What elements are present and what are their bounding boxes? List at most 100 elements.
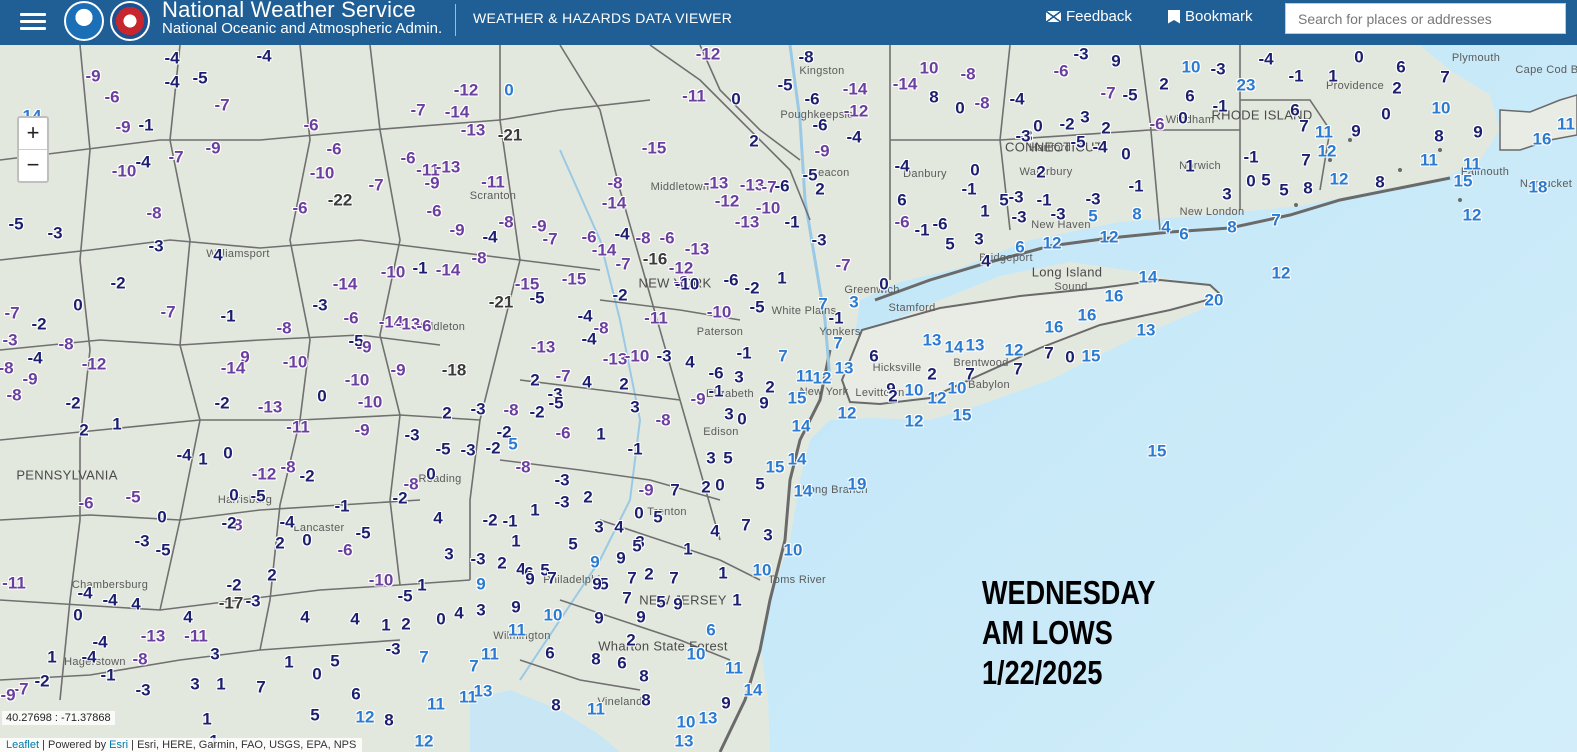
temperature-label: 6 bbox=[617, 653, 627, 673]
zoom-out-button[interactable]: − bbox=[19, 149, 47, 181]
feedback-button[interactable]: Feedback bbox=[1046, 8, 1132, 25]
place-label: Hicksville bbox=[872, 362, 922, 374]
temperature-label: -21 bbox=[488, 292, 514, 312]
temperature-label: 2 bbox=[644, 564, 654, 584]
temperature-label: 1 bbox=[198, 449, 208, 469]
place-label: Cape Cod Bay bbox=[1515, 64, 1577, 76]
temperature-label: 2 bbox=[79, 420, 89, 440]
nws-logo[interactable] bbox=[110, 1, 150, 41]
temperature-label: 6 bbox=[1179, 224, 1189, 244]
temperature-label: -9 bbox=[390, 360, 406, 380]
temperature-label: -11 bbox=[184, 626, 208, 646]
temperature-label: 2 bbox=[1036, 162, 1046, 182]
temperature-label: -8 bbox=[635, 228, 651, 248]
temperature-label: -4 bbox=[164, 48, 180, 68]
temperature-label: 8 bbox=[1434, 126, 1444, 146]
temperature-label: -17 bbox=[218, 593, 244, 613]
temperature-label: -5 bbox=[250, 486, 266, 506]
temperature-label: -8 bbox=[498, 212, 514, 232]
noaa-logo[interactable] bbox=[64, 1, 104, 41]
place-label: New London bbox=[1179, 206, 1245, 218]
temperature-label: 2 bbox=[275, 533, 285, 553]
temperature-label: 1 bbox=[596, 424, 606, 444]
map-view[interactable]: Kingston Poughkeepsie Beacon Middletown Danb… bbox=[0, 45, 1577, 752]
temperature-label: -4 bbox=[279, 512, 295, 532]
temperature-label: 1 bbox=[980, 201, 990, 221]
header-divider bbox=[455, 4, 456, 36]
temperature-label: -6 bbox=[555, 423, 571, 443]
temperature-label: 7 bbox=[256, 677, 266, 697]
temperature-label: 13 bbox=[834, 358, 854, 378]
temperature-label: 14 bbox=[944, 337, 964, 357]
temperature-label: 7 bbox=[1440, 67, 1450, 87]
temperature-label: -1 bbox=[708, 381, 724, 401]
temperature-label: -3 bbox=[385, 639, 401, 659]
temperature-label: -1 bbox=[1212, 96, 1228, 116]
temperature-label: 1 bbox=[381, 615, 391, 635]
temperature-label: 3 bbox=[210, 644, 220, 664]
temperature-label: -2 bbox=[612, 285, 628, 305]
temperature-label: 3 bbox=[1222, 184, 1232, 204]
temperature-label: 14 bbox=[787, 449, 807, 469]
temperature-label: 3 bbox=[476, 600, 486, 620]
temperature-label: -13 bbox=[257, 397, 283, 417]
bookmark-button[interactable]: Bookmark bbox=[1168, 8, 1253, 25]
temperature-label: -8 bbox=[607, 173, 623, 193]
map-annotation: WEDNESDAY AM LOWS 1/22/2025 bbox=[982, 573, 1155, 693]
temperature-label: 9 bbox=[594, 608, 604, 628]
temperature-label: 0 bbox=[1121, 144, 1131, 164]
temperature-label: 1 bbox=[1328, 66, 1338, 86]
esri-link[interactable]: Esri bbox=[109, 739, 128, 751]
coordinate-readout: 40.27698 : -71.37868 bbox=[2, 711, 115, 725]
search-input[interactable] bbox=[1285, 3, 1566, 34]
temperature-label: 13 bbox=[674, 731, 694, 751]
feedback-label: Feedback bbox=[1066, 8, 1132, 25]
temperature-label: 2 bbox=[267, 565, 277, 585]
temperature-label: -4 bbox=[581, 329, 597, 349]
temperature-label: 11 bbox=[427, 694, 445, 714]
temperature-label: 5 bbox=[632, 536, 642, 556]
temperature-label: 7 bbox=[833, 333, 843, 353]
temperature-label: 5 bbox=[723, 448, 733, 468]
temperature-label: 0 bbox=[312, 664, 322, 684]
temperature-label: -6 bbox=[659, 228, 675, 248]
temperature-label: -8 bbox=[403, 474, 419, 494]
temperature-label: -6 bbox=[723, 270, 739, 290]
temperature-label: 2 bbox=[815, 179, 825, 199]
temperature-label: 11 bbox=[725, 658, 743, 678]
temperature-label: -1 bbox=[1243, 147, 1259, 167]
temperature-label: 8 bbox=[639, 666, 649, 686]
temperature-label: -5 bbox=[749, 297, 765, 317]
temperature-label: 12 bbox=[1271, 263, 1291, 283]
temperature-label: -6 bbox=[400, 148, 416, 168]
temperature-label: 3 bbox=[974, 229, 984, 249]
temperature-label: 0 bbox=[73, 605, 83, 625]
temperature-label: 0 bbox=[970, 160, 980, 180]
temperature-label: -11 bbox=[644, 308, 668, 328]
temperature-label: 7 bbox=[741, 515, 751, 535]
temperature-label: -5 bbox=[8, 214, 24, 234]
temperature-label: -12 bbox=[714, 191, 740, 211]
temperature-label: -7 bbox=[4, 303, 20, 323]
temperature-label: 2 bbox=[927, 364, 937, 384]
temperature-label: -5 bbox=[1070, 132, 1086, 152]
menu-icon[interactable] bbox=[20, 9, 46, 35]
temperature-label: -5 bbox=[355, 523, 371, 543]
temperature-label: -2 bbox=[299, 466, 315, 486]
leaflet-link[interactable]: Leaflet bbox=[6, 739, 39, 751]
temperature-label: -3 bbox=[811, 230, 827, 250]
temperature-label: -2 bbox=[1059, 114, 1075, 134]
temperature-label: -8 bbox=[146, 203, 162, 223]
temperature-label: 16 bbox=[1532, 129, 1552, 149]
temperature-label: 0 bbox=[223, 443, 233, 463]
temperature-label: -4 bbox=[1258, 49, 1274, 69]
zoom-in-button[interactable]: + bbox=[19, 118, 47, 149]
temperature-label: 15 bbox=[765, 457, 785, 477]
temperature-label: -2 bbox=[744, 278, 760, 298]
temperature-label: 16 bbox=[1104, 286, 1124, 306]
temperature-label: -8 bbox=[276, 318, 292, 338]
place-label: Lancaster bbox=[293, 522, 345, 534]
temperature-label: 4 bbox=[981, 251, 991, 271]
temperature-label: -3 bbox=[2, 330, 18, 350]
temperature-label: -3 bbox=[1008, 187, 1024, 207]
